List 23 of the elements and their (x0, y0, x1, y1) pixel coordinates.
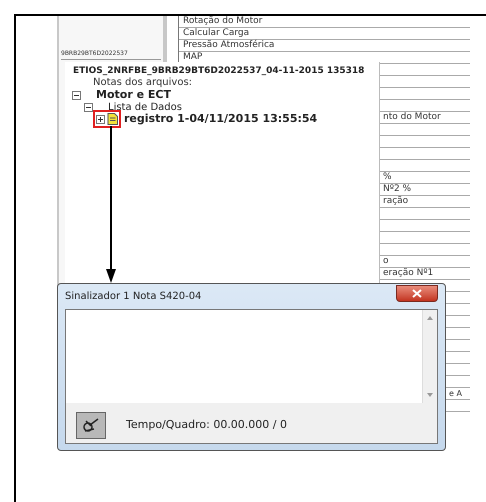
close-icon (412, 289, 422, 298)
collapse-toggle[interactable] (72, 90, 81, 100)
data-item: nto do Motor (383, 110, 441, 124)
data-item: Nº2 % (383, 182, 412, 196)
data-item: % (383, 170, 392, 184)
data-item: eração Nº1 (383, 266, 434, 280)
file-title: ETIOS_2NRFBE_9BRB29BT6D2022537_04-11-2015 135318 (73, 65, 364, 77)
data-item: MAP (182, 50, 202, 64)
data-item: Rotação do Motor (182, 14, 262, 28)
data-item: e A (449, 388, 462, 400)
document-icon (107, 113, 118, 125)
close-button[interactable] (396, 285, 438, 302)
data-item: o (383, 254, 389, 268)
time-frame-label: Tempo/Quadro: 00.00.000 / 0 (126, 416, 287, 433)
expand-toggle[interactable] (96, 114, 105, 124)
data-item: ração (383, 194, 408, 208)
tool-button[interactable] (76, 412, 106, 438)
tool-icon (82, 417, 100, 433)
collapse-toggle[interactable] (84, 102, 93, 112)
data-item: Calcular Carga (182, 26, 250, 40)
data-item: Pressão Atmosférica (182, 38, 274, 52)
dialog-title: Sinalizador 1 Nota S420-04 (65, 290, 202, 304)
notes-label: Notas dos arquivos: (92, 77, 194, 89)
